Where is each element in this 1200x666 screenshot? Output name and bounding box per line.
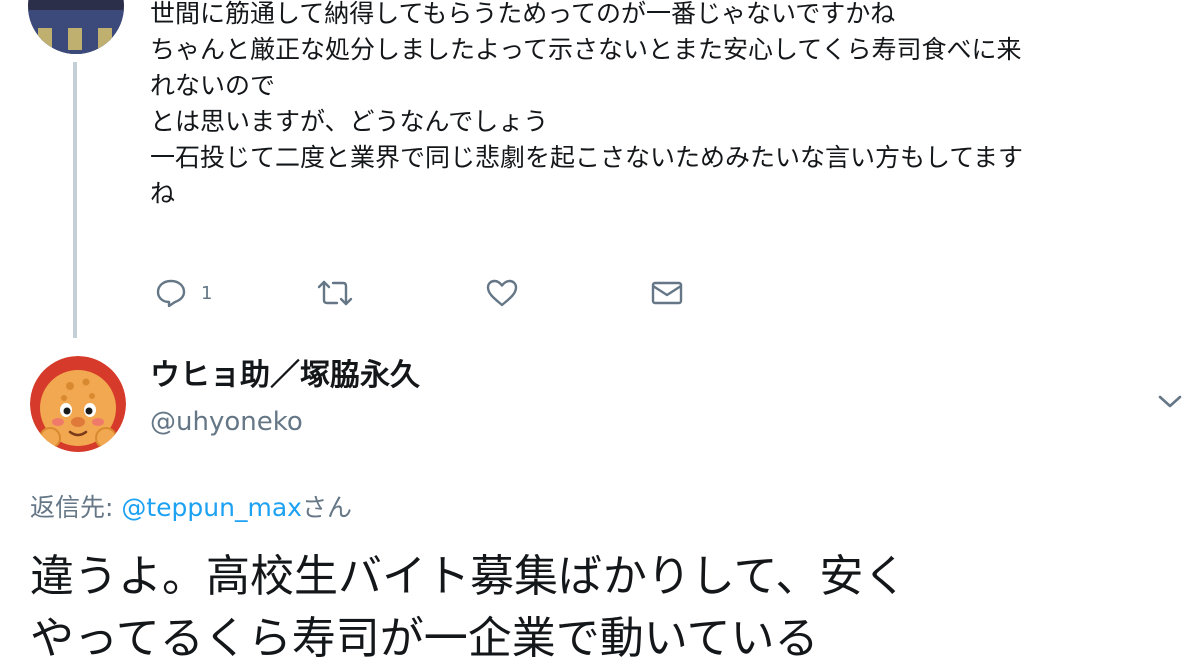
tweet-text-line: やってるくら寿司が一企業で動いている — [30, 613, 819, 664]
previous-tweet-line: ね — [150, 179, 176, 208]
reply-icon — [155, 278, 187, 308]
heart-icon — [485, 278, 519, 308]
previous-tweet-line: ちゃんと厳正な処分しましたよって示さないとまた安心してくら寿司食べに来 — [150, 35, 1022, 64]
like-button[interactable] — [485, 276, 519, 310]
user-handle[interactable]: @uhyoneko — [150, 404, 303, 440]
retweet-button[interactable] — [315, 276, 355, 310]
reply-mention-link[interactable]: @teppun_max — [121, 493, 302, 522]
display-name[interactable]: ウヒョ助／塚脇永久 — [150, 356, 420, 396]
envelope-icon — [650, 279, 684, 307]
reply-to-line: 返信先: @teppun_maxさん — [30, 490, 352, 526]
reply-button[interactable]: 1 — [155, 276, 212, 310]
previous-tweet-line: れないので — [150, 71, 276, 100]
tweet-text-line: 違うよ。高校生バイト募集ばかりして、安く — [30, 551, 908, 602]
previous-tweet-line: とは思いますが、どうなんでしょう — [150, 107, 549, 136]
tweet-text: 違うよ。高校生バイト募集ばかりして、安く やってるくら寿司が一企業で動いている — [30, 546, 1180, 666]
chevron-down-icon — [1157, 394, 1183, 414]
previous-tweet-avatar[interactable] — [28, 0, 124, 54]
avatar[interactable] — [30, 356, 126, 452]
previous-tweet-text: 世間に筋通して納得してもらうためってのが一番じゃないですかね ちゃんと厳正な処分… — [150, 0, 1180, 212]
reply-to-label: 返信先: — [30, 493, 122, 522]
direct-message-button[interactable] — [650, 276, 684, 310]
thread-connector-line — [73, 62, 77, 338]
reply-to-suffix: さん — [301, 493, 352, 522]
previous-tweet-line: 一石投じて二度と業界で同じ悲劇を起こさないためみたいな言い方もしてます — [150, 143, 1024, 172]
retweet-icon — [315, 278, 355, 308]
tweet-menu-button[interactable] — [1155, 392, 1185, 416]
previous-tweet-line: 世間に筋通して納得してもらうためってのが一番じゃないですかね — [150, 0, 896, 28]
tweet-action-bar: 1 — [155, 276, 695, 310]
reply-count: 1 — [201, 282, 213, 304]
